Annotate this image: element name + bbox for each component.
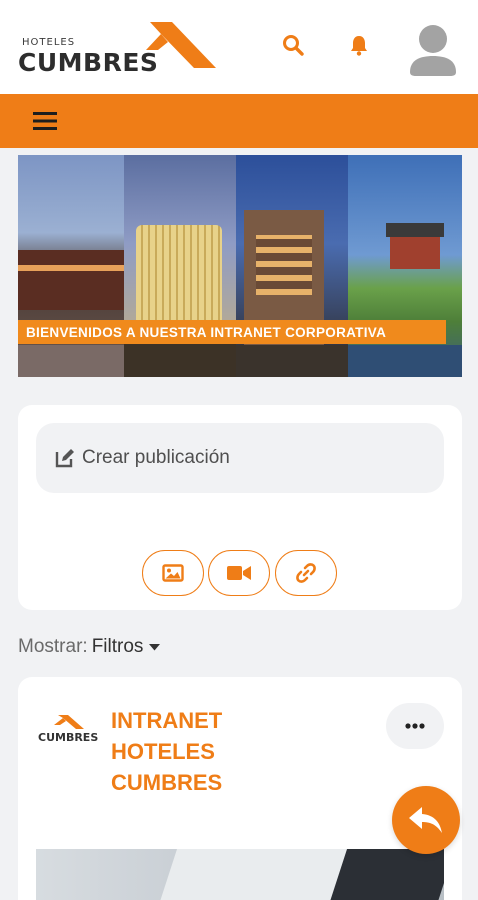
create-post-label: Crear publicación bbox=[82, 447, 230, 468]
search-icon[interactable] bbox=[278, 30, 308, 60]
hoteles-cumbres-logo[interactable]: HOTELES CUMBRES bbox=[18, 22, 216, 77]
post-composer-card: Crear publicación bbox=[18, 405, 462, 610]
edit-icon bbox=[55, 449, 74, 468]
create-post-button[interactable]: Crear publicación bbox=[36, 423, 444, 493]
bell-icon[interactable] bbox=[344, 30, 374, 60]
video-icon bbox=[227, 566, 251, 580]
ellipsis-icon bbox=[405, 723, 425, 729]
post-image[interactable] bbox=[36, 849, 444, 900]
filter-dropdown[interactable]: Mostrar: Filtros bbox=[18, 636, 161, 658]
logo-subtitle: HOTELES bbox=[22, 37, 76, 48]
reply-fab[interactable] bbox=[392, 786, 460, 854]
add-image-button[interactable] bbox=[142, 550, 204, 596]
welcome-banner[interactable]: BIENVENIDOS A NUESTRA INTRANET CORPORATI… bbox=[18, 155, 462, 377]
link-icon bbox=[296, 563, 316, 583]
image-icon bbox=[162, 564, 184, 582]
hamburger-icon[interactable] bbox=[18, 100, 72, 142]
post-card: CUMBRES INTRANET HOTELES CUMBRES bbox=[18, 677, 462, 900]
add-link-button[interactable] bbox=[275, 550, 337, 596]
filter-label: Mostrar: bbox=[18, 636, 88, 657]
caret-down-icon bbox=[149, 643, 161, 650]
logo-title: CUMBRES bbox=[18, 48, 159, 77]
filter-value: Filtros bbox=[91, 636, 144, 657]
post-title[interactable]: INTRANET HOTELES CUMBRES bbox=[111, 705, 331, 798]
user-avatar-icon[interactable] bbox=[408, 22, 458, 76]
add-video-button[interactable] bbox=[208, 550, 270, 596]
banner-caption: BIENVENIDOS A NUESTRA INTRANET CORPORATI… bbox=[18, 320, 446, 344]
reply-icon bbox=[409, 807, 442, 833]
post-options-button[interactable] bbox=[386, 703, 444, 749]
top-bar: HOTELES CUMBRES bbox=[0, 0, 478, 94]
post-author-logo[interactable]: CUMBRES bbox=[36, 715, 98, 745]
nav-bar bbox=[0, 94, 478, 148]
post-author-logo-text: CUMBRES bbox=[38, 731, 99, 744]
